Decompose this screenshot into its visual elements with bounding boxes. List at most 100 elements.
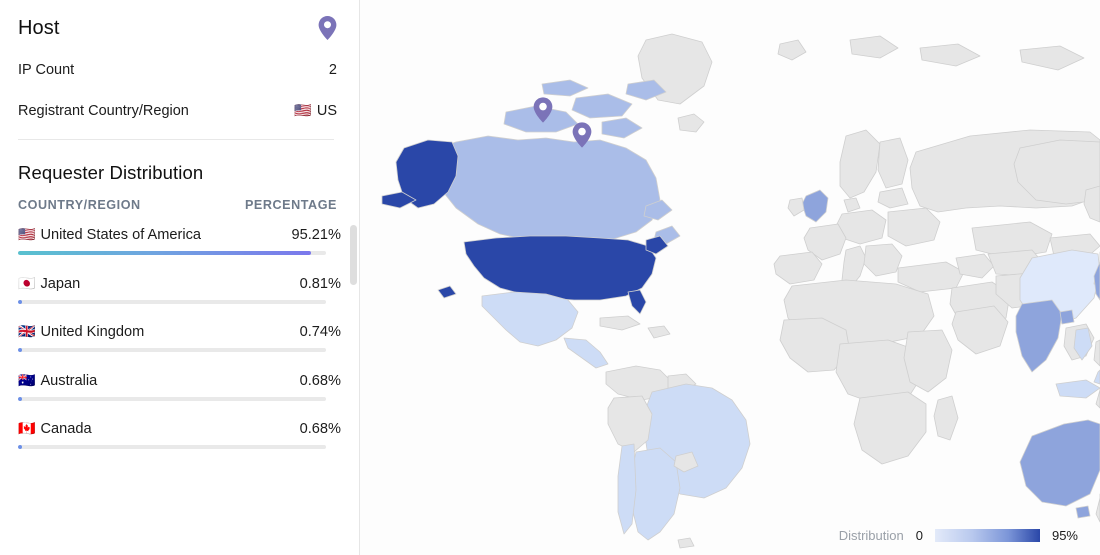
map-region-kamchatka[interactable] — [1083, 185, 1100, 223]
legend-min-value: 0 — [915, 528, 923, 543]
distribution-bar-track — [18, 348, 326, 352]
distribution-row-line: 🇺🇸 United States of America 95.21% — [18, 225, 341, 245]
map-region-arctic-isl-3[interactable] — [1019, 45, 1085, 71]
column-header-percentage: PERCENTAGE — [244, 198, 337, 212]
map-region-philippines[interactable] — [1093, 339, 1100, 367]
page-title: Host — [18, 16, 60, 39]
host-detail-panel: Host IP Count 2 Registrant Country/Regio… — [0, 0, 1100, 555]
map-region-falklands[interactable] — [677, 537, 695, 549]
marker-seattle[interactable] — [533, 97, 553, 123]
distribution-row[interactable]: 🇺🇸 United States of America 95.21% — [18, 225, 341, 255]
map-region-hawaii[interactable] — [437, 285, 457, 299]
legend-label: Distribution — [838, 528, 904, 543]
marker-central-us[interactable] — [572, 122, 592, 148]
distribution-bar-fill — [18, 251, 312, 255]
distribution-bar-fill — [18, 348, 22, 352]
map-region-spain-portugal[interactable] — [773, 251, 823, 285]
distribution-bar-track — [18, 299, 326, 304]
distribution-row-line: 🇦🇺 Australia 0.68% — [18, 371, 341, 391]
map-region-australia[interactable] — [1019, 419, 1100, 507]
registrant-country-value: 🇺🇸 US — [294, 103, 337, 119]
map-region-madagascar[interactable] — [933, 395, 959, 441]
distribution-row[interactable]: 🇯🇵 Japan 0.81% — [18, 274, 341, 304]
map-region-balkans[interactable] — [863, 243, 903, 277]
distribution-row[interactable]: 🇨🇦 Canada 0.68% — [18, 419, 341, 449]
map-region-usa-contiguous[interactable] — [463, 235, 657, 301]
distribution-row-line: 🇨🇦 Canada 0.68% — [18, 419, 341, 439]
map-region-ukraine-belarus[interactable] — [887, 207, 941, 247]
map-region-arabia[interactable] — [951, 305, 1009, 355]
legend-max-value: 95% — [1051, 528, 1078, 543]
map-region-tasmania[interactable] — [1075, 505, 1091, 519]
map-region-cuba[interactable] — [599, 315, 641, 331]
distribution-percentage: 0.81% — [299, 275, 341, 292]
map-region-east-africa[interactable] — [903, 329, 953, 393]
country-flag-icon: 🇨🇦 — [18, 421, 36, 437]
distribution-country: 🇦🇺 Australia — [18, 373, 97, 389]
map-region-indonesia-2[interactable] — [1093, 369, 1100, 385]
map-region-canada-arctic-c[interactable] — [541, 79, 589, 97]
distribution-country: 🇯🇵 Japan — [18, 276, 80, 292]
map-region-india[interactable] — [1015, 299, 1063, 373]
map-region-baltics[interactable] — [877, 187, 909, 209]
host-header: Host — [0, 0, 359, 40]
distribution-percentage: 95.21% — [291, 227, 342, 243]
map-region-png[interactable] — [1095, 387, 1100, 409]
distribution-row[interactable]: 🇬🇧 United Kingdom 0.74% — [18, 322, 341, 352]
world-map-svg — [381, 33, 1100, 549]
world-map[interactable]: Distribution 0 95% — [360, 0, 1100, 555]
map-region-arctic-isl-2[interactable] — [919, 43, 981, 67]
map-region-caucasus[interactable] — [955, 253, 995, 279]
map-region-finland[interactable] — [877, 137, 909, 189]
map-region-indonesia-1[interactable] — [1055, 379, 1100, 399]
map-region-nz[interactable] — [1095, 493, 1100, 523]
distribution-country-label: United States of America — [40, 227, 202, 243]
ip-count-row: IP Count 2 — [0, 56, 359, 84]
registrant-country-code: US — [316, 103, 337, 119]
distribution-percentage: 0.68% — [299, 372, 341, 389]
distribution-scrollbar-thumb[interactable] — [350, 225, 357, 285]
map-region-canada-arctic-b[interactable] — [571, 93, 633, 119]
map-region-uk[interactable] — [801, 189, 829, 223]
country-flag-icon: 🇦🇺 — [18, 372, 36, 389]
map-region-norway-sweden[interactable] — [839, 129, 881, 199]
map-region-chile-strip[interactable] — [617, 443, 637, 535]
map-region-southern-africa[interactable] — [853, 391, 927, 465]
column-header-country: COUNTRY/REGION — [18, 198, 141, 212]
legend-gradient-bar — [934, 529, 1040, 542]
distribution-row[interactable]: 🇦🇺 Australia 0.68% — [18, 371, 341, 401]
map-region-iceland[interactable] — [677, 113, 705, 133]
map-region-canada-mainland[interactable] — [431, 135, 661, 245]
map-region-central-america[interactable] — [563, 337, 609, 369]
map-region-bangladesh[interactable] — [1059, 309, 1075, 325]
map-region-mexico[interactable] — [481, 291, 579, 347]
map-region-caribbean-1[interactable] — [647, 325, 671, 339]
country-flag-icon: 🇬🇧 — [18, 324, 36, 340]
map-legend: Distribution 0 95% — [839, 528, 1078, 543]
distribution-bar-track — [18, 445, 326, 449]
country-flag-icon: 🇯🇵 — [18, 275, 36, 292]
registrant-country-label: Registrant Country/Region — [18, 103, 189, 119]
ip-count-value: 2 — [328, 62, 337, 78]
registrant-country-row: Registrant Country/Region 🇺🇸 US — [0, 97, 359, 125]
map-region-peru-bolivia[interactable] — [607, 395, 653, 453]
map-region-usa-florida[interactable] — [627, 289, 647, 315]
distribution-list[interactable]: 🇺🇸 United States of America 95.21% 🇯🇵 Japan 0… — [0, 225, 359, 525]
distribution-bar-fill — [18, 299, 22, 304]
distribution-percentage: 0.74% — [299, 324, 341, 340]
map-region-svalbard[interactable] — [777, 39, 807, 61]
map-region-denmark[interactable] — [843, 197, 861, 213]
requester-distribution-title: Requester Distribution — [18, 162, 204, 183]
sidebar: Host IP Count 2 Registrant Country/Regio… — [0, 0, 360, 555]
distribution-row-line: 🇯🇵 Japan 0.81% — [18, 274, 341, 294]
distribution-country: 🇨🇦 Canada — [18, 421, 92, 437]
map-region-canada-arctic-d[interactable] — [601, 117, 643, 139]
map-region-arctic-isl-1[interactable] — [849, 35, 899, 59]
map-region-argentina-chile[interactable] — [629, 447, 681, 541]
distribution-percentage: 0.68% — [299, 421, 341, 437]
map-region-ireland[interactable] — [787, 197, 805, 217]
country-flag-icon: 🇺🇸 — [18, 227, 36, 243]
distribution-table-header: COUNTRY/REGION PERCENTAGE — [0, 184, 359, 212]
distribution-bar-track — [18, 251, 326, 255]
distribution-country-label: Canada — [40, 421, 92, 437]
